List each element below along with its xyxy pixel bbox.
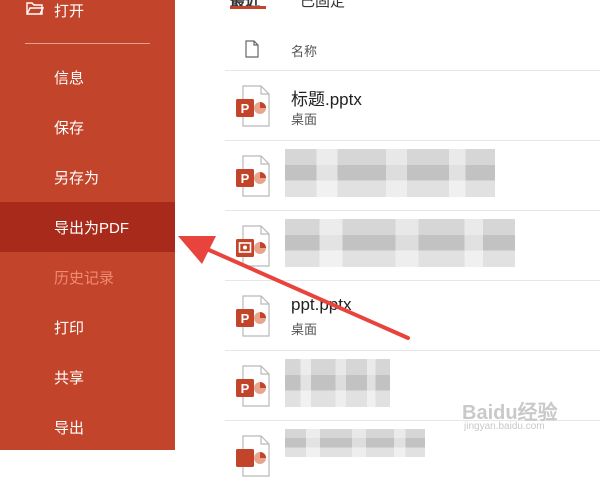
tab-pinned[interactable]: 已固定 — [300, 0, 345, 11]
file-row[interactable] — [225, 211, 600, 281]
sidebar-item-label: 保存 — [54, 120, 85, 137]
sidebar-item-label: 历史记录 — [54, 270, 115, 287]
sidebar-item-history: 历史记录 — [0, 252, 175, 302]
svg-text:P: P — [241, 171, 250, 186]
pptx-file-icon: P — [236, 155, 270, 197]
sidebar-item-label: 打印 — [54, 320, 85, 337]
folder-open-icon — [26, 2, 44, 15]
sidebar-item-label: 导出为PDF — [54, 220, 130, 237]
file-location: 桌面 — [291, 322, 318, 337]
tab-underline — [230, 6, 266, 9]
pptx-file-icon — [236, 435, 270, 477]
file-name: 标题.pptx — [291, 90, 362, 109]
sidebar-divider — [25, 43, 150, 44]
blurred-file-name — [285, 359, 390, 407]
sidebar-item-label: 共享 — [54, 370, 85, 387]
blurred-file-name — [285, 149, 495, 197]
blurred-file-name — [285, 429, 425, 457]
pptx-file-icon: P — [236, 295, 270, 337]
sidebar-item-label: 另存为 — [54, 170, 100, 187]
file-icon — [245, 40, 259, 58]
sidebar-item-label: 导出 — [54, 420, 85, 437]
file-row[interactable]: P — [225, 141, 600, 211]
svg-text:P: P — [241, 101, 250, 116]
list-header: 名称 — [225, 28, 600, 71]
open-menu-item[interactable]: 打开 — [0, 0, 175, 22]
sidebar-item-save[interactable]: 保存 — [0, 102, 175, 152]
baidu-watermark: Baidu经验 jingyan.baidu.com — [462, 396, 594, 436]
ppsx-file-icon — [236, 225, 270, 267]
sidebar-item-info[interactable]: 信息 — [0, 52, 175, 102]
blurred-file-name — [285, 219, 515, 267]
backstage-sidebar: 打开 信息 保存 另存为 导出为PDF 历史记录 打印 共享 导出 — [0, 0, 175, 450]
file-row[interactable]: P 标题.pptx 桌面 — [225, 71, 600, 141]
file-row[interactable]: P ppt.pptx 桌面 — [225, 281, 600, 351]
recent-files-panel: 最近 已固定 名称 P 标题.pptx 桌面 P P ppt.pptx 桌面 P — [175, 0, 600, 477]
column-name-header[interactable]: 名称 — [291, 41, 317, 60]
pptx-file-icon: P — [236, 85, 270, 127]
file-location: 桌面 — [291, 112, 318, 127]
open-label: 打开 — [54, 3, 85, 20]
file-name: ppt.pptx — [291, 295, 352, 314]
watermark-url: jingyan.baidu.com — [464, 421, 545, 432]
pptx-file-icon: P — [236, 365, 270, 407]
svg-text:P: P — [241, 311, 250, 326]
sidebar-item-save-as[interactable]: 另存为 — [0, 152, 175, 202]
sidebar-item-export-pdf[interactable]: 导出为PDF — [0, 202, 175, 252]
sidebar-item-label: 信息 — [54, 70, 85, 87]
sidebar-item-share[interactable]: 共享 — [0, 352, 175, 402]
sidebar-item-print[interactable]: 打印 — [0, 302, 175, 352]
svg-text:P: P — [241, 381, 250, 396]
sidebar-item-export[interactable]: 导出 — [0, 402, 175, 452]
